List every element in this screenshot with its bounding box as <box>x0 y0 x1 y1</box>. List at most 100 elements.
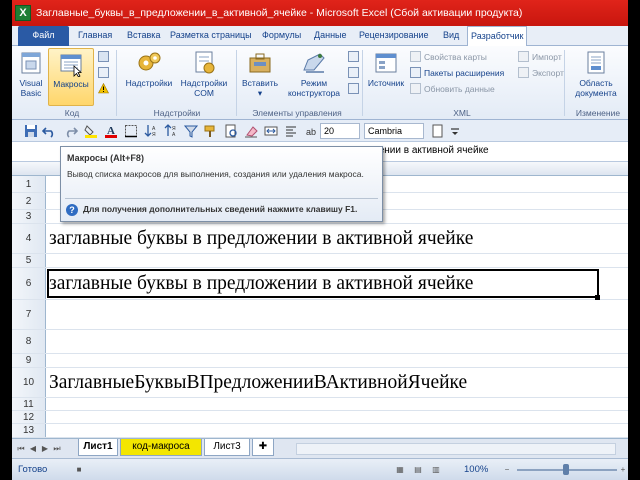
expansion-packs-button[interactable]: Пакеты расширения <box>410 66 504 80</box>
run-dialog-button[interactable] <box>348 82 362 96</box>
font-color-icon[interactable]: A <box>104 124 118 138</box>
sheet-tab-code-macro[interactable]: код-макроса <box>120 439 202 456</box>
undo-icon[interactable] <box>42 124 56 138</box>
tab-data[interactable]: Данные <box>314 26 347 46</box>
horizontal-scrollbar[interactable] <box>296 443 616 455</box>
insert-control-label: Вставить <box>241 78 279 88</box>
font-size-field[interactable]: 20 <box>320 123 360 139</box>
addins-button[interactable]: Надстройки <box>122 50 176 88</box>
save-icon[interactable] <box>24 124 38 138</box>
relative-refs-button[interactable] <box>98 66 112 80</box>
format-painter-icon[interactable] <box>204 124 218 138</box>
sort-desc-icon[interactable]: ЯA <box>164 124 178 138</box>
tab-file[interactable]: Файл <box>18 26 69 46</box>
customize-toolbar-icon[interactable] <box>448 124 462 138</box>
row-12: 12 <box>12 411 628 424</box>
record-macro-icon <box>98 51 109 62</box>
design-mode-button[interactable]: Режим конструктора <box>282 50 346 98</box>
cell-a4[interactable]: заглавные буквы в предложении в активной… <box>49 228 473 250</box>
xml-import-label: Импорт <box>532 52 562 62</box>
sheet-tab-list3[interactable]: Лист3 <box>204 439 250 456</box>
text-direction-icon[interactable]: ab <box>304 124 318 138</box>
first-sheet-icon[interactable]: ⏮ <box>16 443 26 454</box>
zoom-slider-thumb[interactable] <box>563 464 569 475</box>
cell-a10[interactable]: ЗаглавныеБуквыВПредложенииВАктивнойЯчейк… <box>49 372 467 394</box>
svg-text:A: A <box>172 132 176 138</box>
zoom-level[interactable]: 100% <box>464 464 488 475</box>
row-number: 1 <box>12 176 46 192</box>
normal-view-icon[interactable]: ▦ <box>394 464 406 475</box>
clear-icon[interactable] <box>244 124 258 138</box>
record-macro-button[interactable] <box>98 50 112 64</box>
row-number: 7 <box>12 300 46 329</box>
row-number: 4 <box>12 224 46 253</box>
last-sheet-icon[interactable]: ⏭ <box>52 443 62 454</box>
controls-group-label: Элементы управления <box>252 108 342 118</box>
macro-security-button[interactable] <box>98 82 112 96</box>
document-panel-icon <box>582 50 610 76</box>
xml-source-button[interactable]: Источник <box>364 50 408 88</box>
code-group-label: Код <box>64 108 80 118</box>
xml-import-button[interactable]: Импорт <box>518 50 562 64</box>
map-properties-button[interactable]: Свойства карты <box>410 50 487 64</box>
row-number: 11 <box>12 398 46 410</box>
filter-icon[interactable] <box>184 124 198 138</box>
com-addins-button[interactable]: Надстройки COM <box>176 50 232 98</box>
group-separator <box>564 50 565 116</box>
status-bar: Готово ■ ▦ ▤ ▥ 100% − + <box>12 458 628 480</box>
insert-control-button[interactable]: Вставить ▾ <box>238 50 282 98</box>
new-sheet-icon: ✚ <box>258 441 268 452</box>
sheet-tab-list1[interactable]: Лист1 <box>78 439 118 456</box>
warning-icon <box>98 82 109 94</box>
quick-access-toolbar: A AЯ ЯA ab 20 Cambria <box>12 120 628 142</box>
align-icon[interactable] <box>284 124 298 138</box>
sort-icon[interactable]: AЯ <box>144 124 158 138</box>
merge-cells-icon[interactable] <box>264 124 278 138</box>
visual-basic-icon <box>17 50 45 76</box>
properties-button[interactable] <box>348 50 362 64</box>
tab-formulas[interactable]: Формулы <box>262 26 301 46</box>
com-addins-label-1: Надстройки <box>180 78 228 88</box>
page-layout-view-icon[interactable]: ▤ <box>412 464 424 475</box>
page-break-view-icon[interactable]: ▥ <box>430 464 442 475</box>
excel-logo-icon: X <box>15 5 31 21</box>
font-name-field[interactable]: Cambria <box>364 123 424 139</box>
visual-basic-label-2: Basic <box>20 88 42 98</box>
refresh-data-button[interactable]: Обновить данные <box>410 82 495 96</box>
redo-icon[interactable] <box>64 124 78 138</box>
addins-label: Надстройки <box>125 78 173 88</box>
help-icon: ? <box>66 204 78 216</box>
formula-content: жении в активной ячейке <box>372 145 489 156</box>
new-sheet-tab[interactable]: ✚ <box>252 439 274 456</box>
properties-icon <box>348 51 359 62</box>
tab-developer[interactable]: Разработчик <box>467 26 528 47</box>
borders-icon[interactable] <box>124 124 138 138</box>
tab-page-layout[interactable]: Разметка страницы <box>170 26 252 46</box>
xml-export-button[interactable]: Экспорт <box>518 66 564 80</box>
row-13: 13 <box>12 424 628 438</box>
document-panel-button[interactable]: Область документа <box>566 50 626 98</box>
tab-review[interactable]: Рецензирование <box>359 26 429 46</box>
macro-record-icon[interactable]: ■ <box>74 464 84 475</box>
expansion-packs-label: Пакеты расширения <box>424 68 505 78</box>
tab-view[interactable]: Вид <box>443 26 459 46</box>
tab-home[interactable]: Главная <box>78 26 112 46</box>
macros-button[interactable]: Макросы <box>48 48 94 106</box>
group-separator <box>362 50 363 116</box>
print-preview-icon[interactable] <box>224 124 238 138</box>
xml-group-label: XML <box>453 108 471 118</box>
next-sheet-icon[interactable]: ▶ <box>40 443 50 454</box>
row-number: 8 <box>12 330 46 353</box>
new-document-icon[interactable] <box>430 124 444 138</box>
prev-sheet-icon[interactable]: ◀ <box>28 443 38 454</box>
view-code-button[interactable] <box>348 66 362 80</box>
row-4: 4 заглавные буквы в предложении в активн… <box>12 224 628 254</box>
fill-color-icon[interactable] <box>84 124 98 138</box>
tab-insert[interactable]: Вставка <box>127 26 160 46</box>
zoom-out-icon[interactable]: − <box>502 464 512 475</box>
row-number: 9 <box>12 354 46 367</box>
visual-basic-button[interactable]: Visual Basic <box>14 50 48 98</box>
cell-a6[interactable]: заглавные буквы в предложении в активной… <box>49 273 473 295</box>
row-number: 2 <box>12 193 46 209</box>
zoom-in-icon[interactable]: + <box>618 464 628 475</box>
